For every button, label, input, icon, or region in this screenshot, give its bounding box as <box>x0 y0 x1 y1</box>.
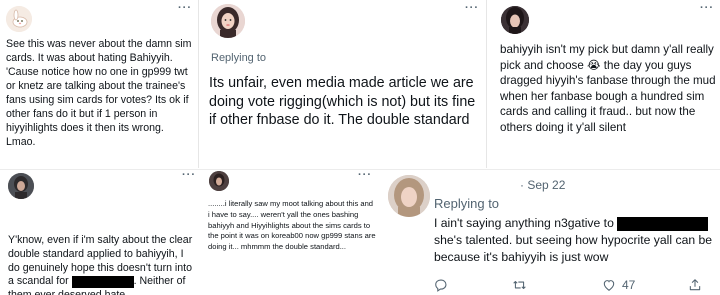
avatar[interactable] <box>8 173 34 199</box>
like-action[interactable]: 47 <box>602 278 635 292</box>
tweet-text: Y'know, even if i'm salty about the clea… <box>8 234 198 295</box>
profile-photo-icon <box>209 171 229 191</box>
handle-fragment <box>503 207 519 208</box>
bunny-avatar-icon <box>6 6 32 32</box>
replying-to-text: Replying to <box>434 196 500 211</box>
tweet-card-6: · Sep 22 Replying to I ain't saying anyt… <box>380 171 720 295</box>
avatar[interactable] <box>6 6 32 32</box>
redaction-bar <box>71 275 134 288</box>
profile-photo-icon <box>8 173 34 199</box>
tweet-card-5: ··· ........i literally saw my moot talk… <box>200 171 376 295</box>
tweet-card-2: ··· Replying to Its unfair, even media m… <box>199 0 485 168</box>
crying-emoji: 😭 <box>587 58 601 72</box>
tweet-text: See this was never about the damn sim ca… <box>6 38 192 148</box>
avatar[interactable] <box>209 171 229 191</box>
retweet-icon <box>513 280 526 290</box>
more-options-icon[interactable]: ··· <box>358 171 372 181</box>
tweet-text: ........i literally saw my moot talking … <box>208 199 376 252</box>
avatar[interactable] <box>388 175 430 217</box>
like-count: 47 <box>622 278 636 292</box>
tweet-card-1: ··· See this was never about the damn si… <box>0 0 197 170</box>
tweet-card-4: ··· Y'know, even if i'm salty about the … <box>0 171 200 295</box>
tweet-text-part: she's talented. but seeing how hypocrite… <box>434 232 713 264</box>
divider <box>0 169 720 170</box>
tweet-text: bahiyyih isn't my pick but damn y'all re… <box>500 42 716 135</box>
tweet-text-part: I ain't saying anything n3gative to <box>434 216 614 230</box>
profile-photo-icon <box>211 4 245 38</box>
more-options-icon[interactable]: ··· <box>182 171 196 181</box>
tweet-card-3: ··· bahiyyih isn't my pick but damn y'al… <box>487 0 720 168</box>
retweet-action[interactable] <box>512 278 527 292</box>
like-icon <box>603 280 615 291</box>
avatar[interactable] <box>501 6 529 34</box>
replying-to-label: Replying to <box>434 196 519 211</box>
comment-icon <box>435 279 447 292</box>
more-options-icon[interactable]: ··· <box>465 2 479 14</box>
share-icon <box>689 279 701 291</box>
replying-to-label: Replying to <box>211 52 267 64</box>
date-label: · Sep 22 <box>520 178 566 192</box>
more-options-icon[interactable]: ··· <box>700 2 714 14</box>
tweet-text: I ain't saying anything n3gative to she'… <box>434 215 719 265</box>
reply-action[interactable] <box>434 278 448 292</box>
avatar[interactable] <box>211 4 245 38</box>
tweet-text: Its unfair, even media made article we a… <box>209 75 476 129</box>
more-options-icon[interactable]: ··· <box>178 2 192 14</box>
share-action[interactable] <box>688 278 702 292</box>
profile-photo-icon <box>388 175 430 217</box>
profile-photo-icon <box>501 6 529 34</box>
redaction-bar <box>617 216 709 231</box>
